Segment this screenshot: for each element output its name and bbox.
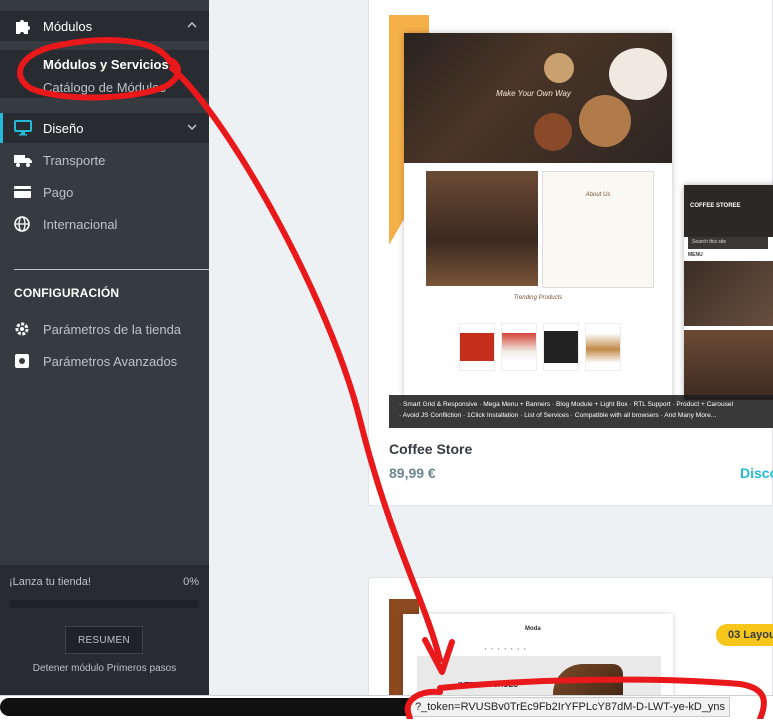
mobile-search-text: Search this site — [692, 239, 727, 245]
features-overlay: · Smart Grid & Responsive · Mega Menu + … — [389, 395, 773, 428]
sidebar-item-modulos[interactable]: Módulos — [0, 11, 209, 41]
sidebar-item-label: Transporte — [43, 152, 106, 168]
status-url: ?_token=RVUSBv0TrEc9Fb2IrYFPLcY87dM-D-LW… — [410, 697, 731, 717]
about-image — [426, 171, 538, 286]
hero-title: Make Your Own Way — [496, 89, 571, 98]
monitor-icon — [14, 120, 32, 136]
sidebar-item-label: Módulos — [43, 18, 93, 34]
preview-nav: ▪ ▪ ▪ ▪ ▪ ▪ ▪ — [485, 646, 528, 651]
discover-link[interactable]: Disco — [740, 465, 773, 481]
truck-icon — [14, 155, 32, 167]
sidebar-item-label: Pago — [43, 184, 74, 200]
preview-logo: Moda — [525, 626, 541, 632]
product-name[interactable]: Coffee Store — [389, 441, 472, 457]
features-line: · Avoid JS Confliction · 1Click Installa… — [399, 412, 717, 419]
hero-banner: Make Your Own Way — [404, 33, 672, 163]
sidebar-item-label: Parámetros de la tienda — [43, 321, 182, 337]
sidebar-item-label: Internacional — [43, 216, 118, 232]
sidebar: Módulos Módulos y Servicios Catálogo de … — [0, 0, 209, 719]
product-thumb — [501, 323, 537, 371]
layouts-badge: 03 Layou — [716, 624, 773, 646]
mobile-header: COFFEE STOREE — [684, 185, 773, 237]
desktop-screenshot: Make Your Own Way About Us Trending Prod… — [404, 33, 672, 428]
submenu-item-catalogo-modulos[interactable]: Catálogo de Módulos — [43, 80, 166, 95]
puzzle-icon — [16, 20, 30, 34]
sidebar-divider — [14, 269, 209, 270]
product-thumb — [585, 323, 621, 371]
chevron-up-icon[interactable] — [185, 18, 199, 32]
launch-label: ¡Lanza tu tienda! — [9, 576, 91, 588]
mobile-search: Search this site — [688, 237, 768, 249]
product-thumb — [459, 323, 495, 371]
redaction-scribble — [0, 698, 420, 716]
chevron-down-icon[interactable] — [185, 120, 199, 134]
section-title-configuracion: CONFIGURACIÓN — [14, 286, 120, 300]
product-card[interactable]: Make Your Own Way About Us Trending Prod… — [368, 0, 773, 506]
sidebar-item-label: Diseño — [43, 120, 84, 136]
submenu-item-modulos-servicios[interactable]: Módulos y Servicios — [43, 57, 169, 72]
active-indicator — [0, 113, 3, 143]
submenu-modulos: Módulos y Servicios Catálogo de Módulos — [0, 50, 209, 98]
features-line: · Smart Grid & Responsive · Mega Menu + … — [399, 401, 734, 408]
mobile-menu-label: MENU — [688, 252, 703, 258]
mobile-screenshot: COFFEE STOREE Search this site MENU — [684, 185, 773, 428]
sidebar-item-internacional[interactable]: Internacional — [0, 209, 209, 239]
stop-onboarding-link[interactable]: Detener módulo Primeros pasos — [0, 663, 209, 674]
main-content: Make Your Own Way About Us Trending Prod… — [209, 0, 773, 720]
globe-icon — [14, 216, 30, 232]
sidebar-item-parametros-tienda[interactable]: Parámetros de la tienda — [0, 314, 209, 344]
mobile-hero — [684, 261, 773, 326]
credit-card-icon — [14, 186, 31, 198]
spice-bowl — [579, 95, 631, 147]
about-title: About Us — [585, 192, 611, 198]
sidebar-item-label: Parámetros Avanzados — [43, 353, 178, 369]
sidebar-item-transporte[interactable]: Transporte — [0, 145, 209, 175]
mobile-brand: COFFEE STOREE — [690, 203, 741, 209]
gear-icon — [15, 322, 29, 336]
spice-bowl — [544, 53, 574, 83]
mobile-image — [684, 330, 773, 400]
sidebar-item-pago[interactable]: Pago — [0, 177, 209, 207]
preview-poster-text: INTERIOR SHOES — [458, 682, 518, 689]
sidebar-item-diseno[interactable]: Diseño — [0, 113, 209, 143]
gear-box-icon — [15, 354, 29, 368]
trending-title: Trending Products — [513, 295, 563, 301]
about-box: About Us — [542, 171, 654, 288]
resumen-button[interactable]: RESUMEN — [65, 626, 143, 654]
flour-bowl — [609, 48, 667, 100]
mobile-menu: MENU — [684, 251, 773, 261]
product-thumb — [543, 323, 579, 371]
product-price: 89,99 € — [389, 465, 436, 481]
launch-progress-bar — [9, 600, 199, 608]
sidebar-item-parametros-avanzados[interactable]: Parámetros Avanzados — [0, 346, 209, 376]
spice-bowl — [534, 113, 572, 151]
launch-percent: 0% — [183, 576, 199, 588]
product-preview-image[interactable]: Make Your Own Way About Us Trending Prod… — [389, 15, 773, 428]
